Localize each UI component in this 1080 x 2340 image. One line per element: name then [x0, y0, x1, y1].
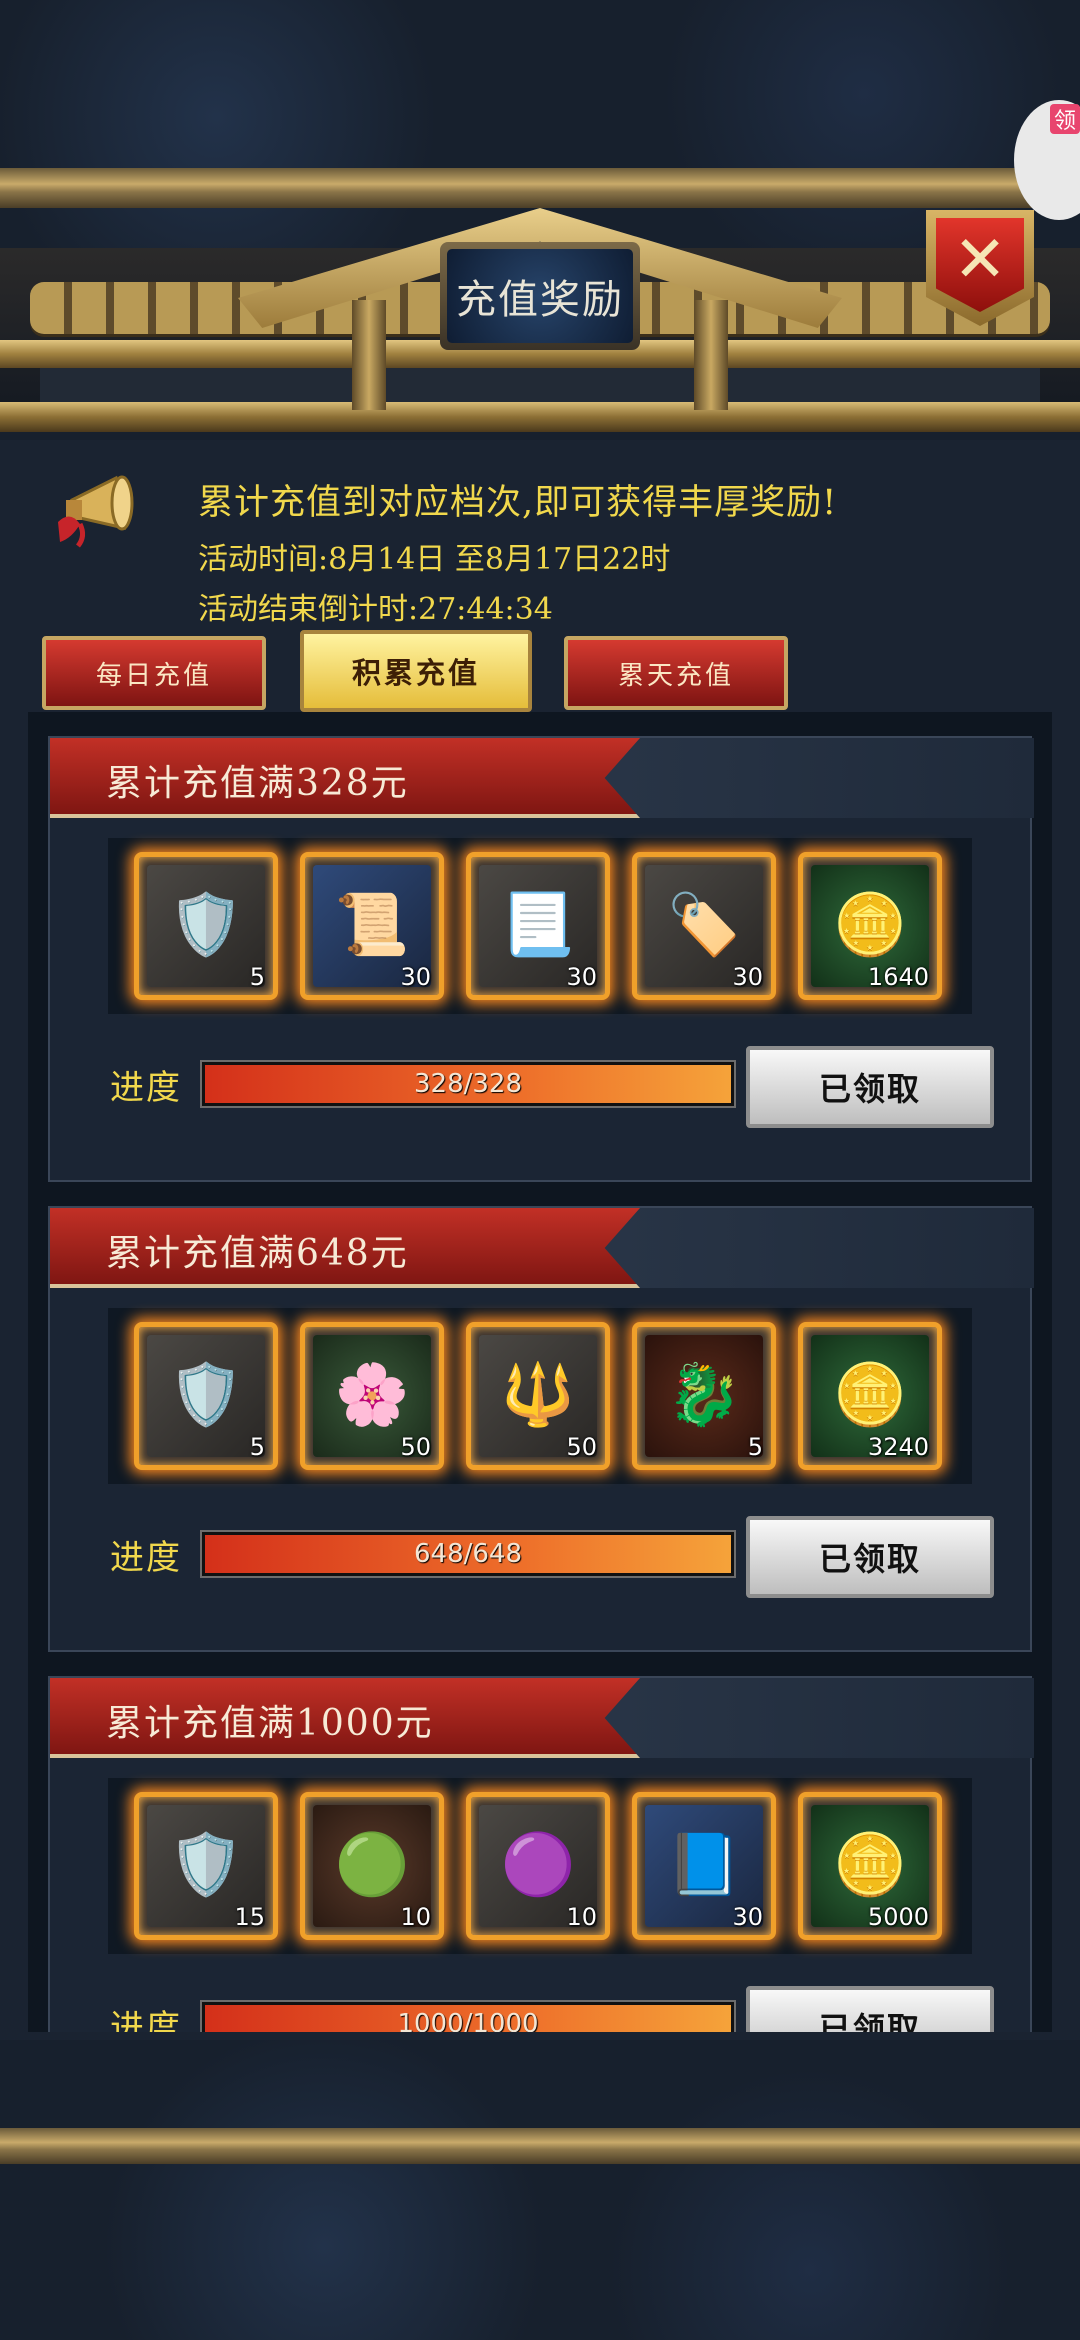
title-plaque: 充值奖励 [440, 242, 640, 350]
rewards-row: 🛡️ 15 🟢 10 🟣 10 📘 30 🪙 5000 [108, 1778, 972, 1954]
green-token-icon: 🛡️ [168, 889, 244, 960]
red-beast-icon: 🐉 [666, 1359, 742, 1430]
reward-item[interactable]: 🐉 5 [632, 1322, 776, 1470]
progress-bar: 1000/1000 [200, 2000, 736, 2032]
progress-label: 进度 [110, 1538, 182, 1578]
golden-scepter-icon: 🔱 [500, 1359, 576, 1430]
reward-item[interactable]: 📃 30 [466, 852, 610, 1000]
tab-consecutive-days[interactable]: 累天充值 [564, 636, 788, 710]
reward-item[interactable]: 🪙 3240 [798, 1322, 942, 1470]
reward-item[interactable]: 🪙 1640 [798, 852, 942, 1000]
reward-item[interactable]: 📜 30 [300, 852, 444, 1000]
reward-item[interactable]: 📘 30 [632, 1792, 776, 1940]
green-token-icon: 🛡️ [168, 1829, 244, 1900]
rewards-row: 🛡️ 5 📜 30 📃 30 🏷️ 30 🪙 1640 [108, 838, 972, 1014]
reward-item[interactable]: 🪙 5000 [798, 1792, 942, 1940]
progress-text: 648/648 [413, 1539, 522, 1569]
progress-label: 进度 [110, 2008, 182, 2032]
reward-item[interactable]: 🛡️ 15 [134, 1792, 278, 1940]
tier-1000: 累计充值满1000元 🛡️ 15 🟢 10 🟣 10 📘 30 🪙 5000 进… [48, 1676, 1034, 2032]
header: 充值奖励 ✕ [0, 170, 1080, 438]
reward-item[interactable]: 🛡️ 5 [134, 852, 278, 1000]
tab-daily[interactable]: 每日充值 [42, 636, 266, 710]
event-time: 活动时间:8月14日 至8月17日22时 [198, 542, 671, 577]
progress-bar: 328/328 [200, 1060, 736, 1108]
claimed-button[interactable]: 已领取 [746, 1046, 994, 1128]
rewards-row: 🛡️ 5 🌸 50 🔱 50 🐉 5 🪙 3240 [108, 1308, 972, 1484]
tier-328: 累计充值满328元 🛡️ 5 📜 30 📃 30 🏷️ 30 🪙 1640 进度… [48, 736, 1034, 1182]
reward-item[interactable]: 🌸 50 [300, 1322, 444, 1470]
reward-item[interactable]: 🏷️ 30 [632, 852, 776, 1000]
flower-icon: 🌸 [334, 1359, 410, 1430]
claimed-button[interactable]: 已领取 [746, 1986, 994, 2032]
gold-ingot-icon: 🪙 [832, 889, 908, 960]
purple-rune-icon: 🟣 [500, 1829, 576, 1900]
reward-item[interactable]: 🛡️ 5 [134, 1322, 278, 1470]
close-icon[interactable]: ✕ [936, 218, 1024, 312]
progress-text: 328/328 [413, 1069, 522, 1099]
reward-item[interactable]: 🔱 50 [466, 1322, 610, 1470]
soldier-scroll-icon: 📃 [500, 889, 576, 960]
reward-tier-list[interactable]: 累计充值满328元 🛡️ 5 📜 30 📃 30 🏷️ 30 🪙 1640 进度… [28, 712, 1052, 2032]
progress-text: 1000/1000 [397, 2009, 539, 2032]
tier-title: 累计充值满1000元 [106, 1703, 434, 1744]
progress-label: 进度 [110, 1068, 182, 1108]
countdown: 活动结束倒计时:27:44:34 [198, 592, 553, 627]
reward-item[interactable]: 🟣 10 [466, 1792, 610, 1940]
scroll-book-icon: 📜 [334, 889, 410, 960]
side-widget-badge: 领 [1050, 104, 1080, 134]
blue-book-icon: 📘 [666, 1829, 742, 1900]
tier-title: 累计充值满648元 [106, 1233, 409, 1274]
gold-ingot-icon: 🪙 [832, 1359, 908, 1430]
tier-648: 累计充值满648元 🛡️ 5 🌸 50 🔱 50 🐉 5 🪙 3240 进度 6… [48, 1206, 1034, 1652]
gold-ingot-icon: 🪙 [832, 1829, 908, 1900]
horn-icon [58, 475, 134, 548]
bottom-frame-bar [0, 2128, 1080, 2164]
tier-title: 累计充值满328元 [106, 763, 409, 804]
green-token-icon: 🛡️ [168, 1359, 244, 1430]
page-title: 充值奖励 [447, 249, 633, 343]
bing-token-icon: 🏷️ [666, 889, 742, 960]
reward-item[interactable]: 🟢 10 [300, 1792, 444, 1940]
jade-chest-icon: 🟢 [334, 1829, 410, 1900]
progress-bar: 648/648 [200, 1530, 736, 1578]
tab-cumulative[interactable]: 积累充值 [300, 630, 532, 712]
notice-main: 累计充值到对应档次,即可获得丰厚奖励! [198, 483, 838, 523]
claimed-button[interactable]: 已领取 [746, 1516, 994, 1598]
